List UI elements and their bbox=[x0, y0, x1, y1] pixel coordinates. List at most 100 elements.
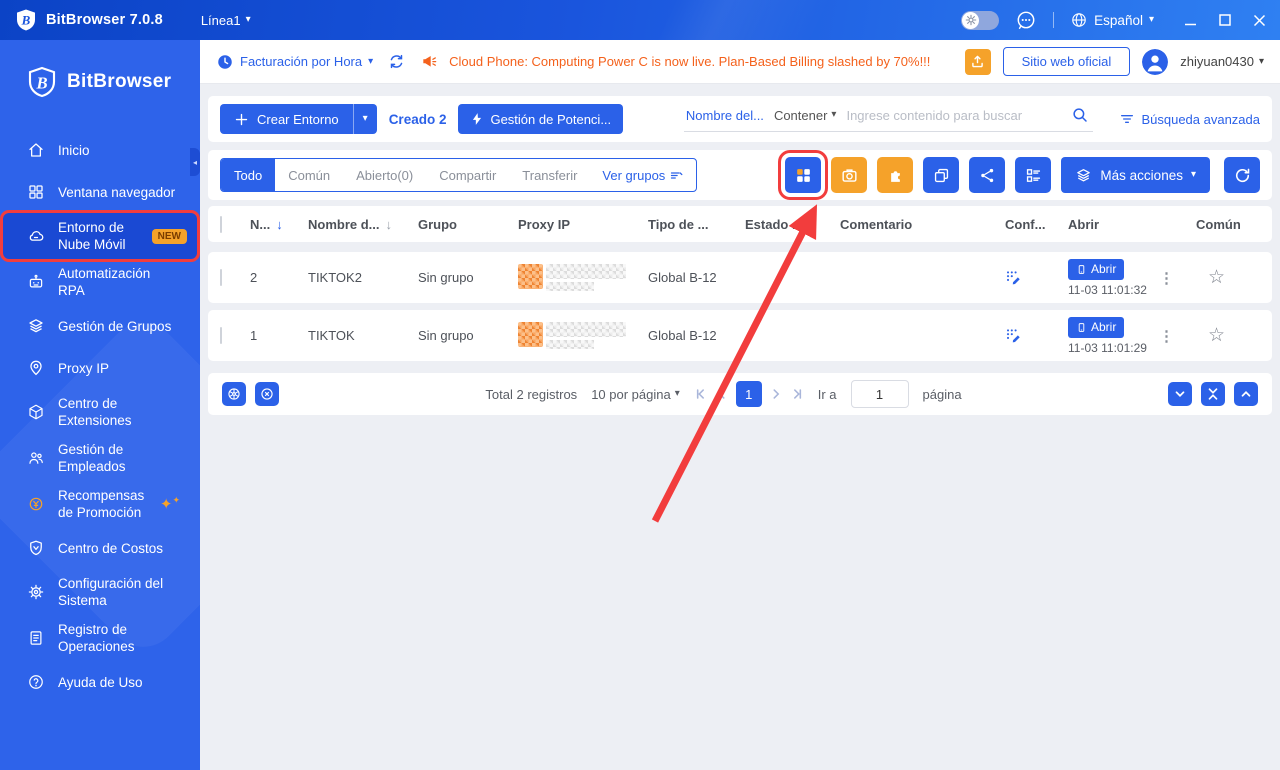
open-button[interactable]: Abrir bbox=[1068, 316, 1125, 338]
more-actions-button[interactable]: Más acciones ▾ bbox=[1061, 157, 1210, 193]
sidebar-item-proxy-ip[interactable]: Proxy IP bbox=[0, 347, 200, 389]
extensions-button[interactable] bbox=[877, 157, 914, 193]
line-selector[interactable]: Línea1 ▾ bbox=[201, 13, 251, 28]
gear-icon bbox=[27, 583, 45, 601]
list-layout-icon bbox=[1026, 168, 1041, 182]
maximize-button[interactable] bbox=[1219, 14, 1231, 26]
list-view-button[interactable] bbox=[1015, 157, 1052, 193]
tab-comun[interactable]: Común bbox=[275, 159, 343, 191]
first-page-button[interactable] bbox=[694, 387, 708, 401]
sidebar-item-centro-extensiones[interactable]: Centro de Extensiones bbox=[0, 389, 200, 435]
sidebar-item-ventana-navegador[interactable]: Ventana navegador bbox=[0, 171, 200, 213]
fingerprint-config-icon[interactable] bbox=[1005, 269, 1068, 286]
select-all-checkbox[interactable] bbox=[220, 215, 222, 233]
sidebar-item-inicio[interactable]: Inicio bbox=[0, 129, 200, 171]
robot-icon bbox=[27, 273, 45, 291]
titlebar: B BitBrowser 7.0.8 Línea1 ▾ Español ▾ bbox=[0, 0, 1280, 40]
tab-abierto[interactable]: Abierto(0) bbox=[343, 159, 426, 191]
wheel-button[interactable] bbox=[222, 382, 246, 406]
user-menu[interactable]: zhiyuan0430 ▾ bbox=[1180, 54, 1264, 69]
filter-icon bbox=[1121, 115, 1134, 123]
avatar[interactable] bbox=[1142, 48, 1169, 75]
page-word: página bbox=[922, 386, 962, 402]
help-icon bbox=[27, 673, 45, 691]
favorite-star-icon[interactable]: ☆ bbox=[1208, 325, 1225, 346]
wheel-icon bbox=[228, 388, 240, 400]
proxy-ip-redacted bbox=[518, 264, 648, 291]
tab-todo[interactable]: Todo bbox=[221, 159, 276, 191]
view-groups-link[interactable]: Ver grupos bbox=[590, 168, 696, 183]
brand: B BitBrowser bbox=[0, 40, 200, 98]
sidebar-item-ayuda-uso[interactable]: Ayuda de Uso bbox=[0, 661, 200, 703]
next-page-button[interactable] bbox=[769, 387, 783, 401]
announcement-text: Cloud Phone: Computing Power C is now li… bbox=[449, 54, 931, 69]
sort-icon[interactable]: ↓ bbox=[386, 217, 393, 232]
sidebar-item-entorno-nube-movil[interactable]: Entorno de Nube Móvil NEW bbox=[0, 210, 200, 262]
create-dropdown-segment[interactable]: ▾ bbox=[352, 104, 377, 134]
billing-mode-dropdown[interactable]: Facturación por Hora ▾ bbox=[216, 53, 373, 71]
created-count-label: Creado 2 bbox=[388, 111, 447, 127]
per-page-dropdown[interactable]: 10 por página ▾ bbox=[591, 387, 680, 402]
app-grid-button[interactable] bbox=[778, 150, 829, 200]
chevron-down-icon: ▾ bbox=[1148, 14, 1154, 25]
collapse-rows-button[interactable] bbox=[1201, 382, 1225, 406]
sidebar-item-configuracion-sistema[interactable]: Configuración del Sistema bbox=[0, 569, 200, 615]
favorite-star-icon[interactable]: ☆ bbox=[1208, 267, 1225, 288]
open-time: 11-03 11:01:29 bbox=[1068, 340, 1147, 355]
chevron-down-icon: ▾ bbox=[245, 14, 251, 25]
circle-x-button[interactable] bbox=[255, 382, 279, 406]
upload-button[interactable] bbox=[964, 48, 991, 75]
create-environment-button[interactable]: Crear Entorno ▾ bbox=[220, 104, 377, 134]
goto-label: Ir a bbox=[817, 386, 837, 402]
table-row: 1 TIKTOK Sin grupo Global B-12 Abrir 11-… bbox=[208, 310, 1272, 361]
open-button[interactable]: Abrir bbox=[1068, 258, 1125, 280]
language-selector[interactable]: Español ▾ bbox=[1070, 11, 1154, 29]
goto-page-input[interactable] bbox=[850, 380, 909, 408]
row-checkbox[interactable] bbox=[220, 269, 222, 286]
scroll-down-button[interactable] bbox=[1168, 382, 1192, 406]
advanced-search-link[interactable]: Búsqueda avanzada bbox=[1119, 111, 1260, 127]
theme-toggle[interactable] bbox=[961, 10, 1000, 30]
table-row: 2 TIKTOK2 Sin grupo Global B-12 Abrir 11… bbox=[208, 252, 1272, 303]
total-records: Total 2 registros bbox=[485, 386, 578, 402]
search-input[interactable] bbox=[846, 107, 1062, 123]
sidebar-item-gestion-empleados[interactable]: Gestión de Empleados bbox=[0, 435, 200, 481]
sidebar-item-centro-costos[interactable]: Centro de Costos bbox=[0, 527, 200, 569]
refresh-button[interactable] bbox=[1224, 157, 1260, 193]
search-icon[interactable] bbox=[1071, 106, 1089, 124]
tab-compartir[interactable]: Compartir bbox=[426, 159, 509, 191]
svg-text:B: B bbox=[21, 13, 31, 28]
sort-desc-icon[interactable]: ↓ bbox=[276, 217, 283, 232]
support-chat-icon[interactable] bbox=[1015, 9, 1037, 31]
scroll-up-button[interactable] bbox=[1234, 382, 1258, 406]
filter-tabs: Todo Común Abierto(0) Compartir Transfer… bbox=[220, 158, 698, 192]
minimize-button[interactable] bbox=[1184, 14, 1197, 27]
current-page[interactable]: 1 bbox=[735, 381, 762, 407]
camera-store-button[interactable] bbox=[831, 157, 868, 193]
sidebar-item-recompensas-promocion[interactable]: Recompensas de Promoción ✦✦ bbox=[0, 481, 200, 527]
table-header: N... ↓ Nombre d... ↓ Grupo Proxy IP Tipo d… bbox=[208, 206, 1272, 242]
search-field-selector[interactable]: Nombre del... bbox=[686, 108, 764, 123]
prev-page-button[interactable] bbox=[715, 387, 729, 401]
sidebar-menu: Inicio Ventana navegador Entorno de Nube… bbox=[0, 129, 200, 703]
close-button[interactable] bbox=[1253, 14, 1266, 27]
share-button[interactable] bbox=[969, 157, 1006, 193]
sidebar-item-gestion-grupos[interactable]: Gestión de Grupos bbox=[0, 305, 200, 347]
sync-icon[interactable] bbox=[387, 52, 406, 71]
official-site-button[interactable]: Sitio web oficial bbox=[1002, 47, 1131, 76]
power-management-button[interactable]: Gestión de Potenci... bbox=[458, 104, 624, 134]
clone-windows-icon bbox=[934, 168, 949, 182]
tab-transferir[interactable]: Transferir bbox=[509, 159, 590, 191]
sun-icon bbox=[962, 11, 980, 29]
row-menu-button[interactable]: ⋮ bbox=[1159, 269, 1174, 287]
fingerprint-config-icon[interactable] bbox=[1005, 327, 1068, 344]
sidebar-item-registro-operaciones[interactable]: Registro de Operaciones bbox=[0, 615, 200, 661]
row-menu-button[interactable]: ⋮ bbox=[1159, 327, 1174, 345]
clone-window-button[interactable] bbox=[923, 157, 960, 193]
home-icon bbox=[27, 141, 45, 159]
phone-icon bbox=[1078, 322, 1085, 332]
search-condition-dropdown[interactable]: Contener ▾ bbox=[774, 108, 837, 123]
row-checkbox[interactable] bbox=[220, 327, 222, 344]
sidebar-item-automatizacion-rpa[interactable]: Automatización RPA bbox=[0, 259, 200, 305]
last-page-button[interactable] bbox=[790, 387, 804, 401]
